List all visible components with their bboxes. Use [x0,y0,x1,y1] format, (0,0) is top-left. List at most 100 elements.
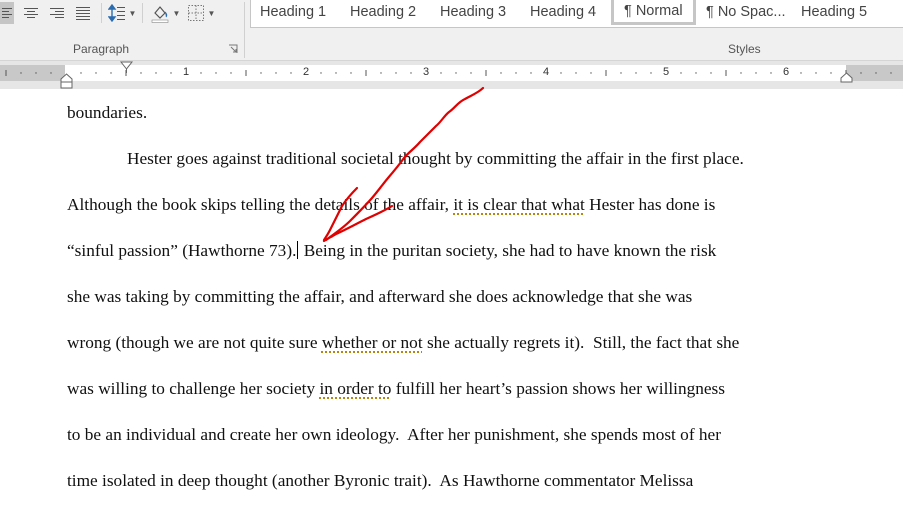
document-line[interactable]: she was taking by committing the affair,… [67,287,692,307]
document-line[interactable]: “sinful passion” (Hawthorne 73). Being i… [67,241,716,261]
document-line[interactable]: wrong (though we are not quite sure whet… [67,333,739,353]
hanging-indent-marker[interactable] [60,73,73,89]
style-heading-2[interactable]: Heading 2 [350,0,416,25]
ruler-minor-tick [110,72,112,74]
styles-gallery: Heading 1 Heading 2 Heading 3 Heading 4 … [250,0,903,28]
line-spacing-icon [107,4,125,22]
ruler-number: 3 [422,66,430,78]
justify-button[interactable] [70,2,96,24]
justify-icon [76,7,90,20]
text-run: to be an individual and create her own i… [67,425,721,444]
ruler-area: 1 2 3 4 5 6 [0,61,903,89]
ruler-minor-tick [470,72,472,74]
ruler-minor-tick [620,72,622,74]
text-run: she was taking by committing the affair,… [67,287,693,306]
ruler-minor-tick [500,72,502,74]
document-line[interactable]: to be an individual and create her own i… [67,425,721,445]
ruler-minor-tick [770,72,772,74]
style-heading-3[interactable]: Heading 3 [440,0,506,25]
shading-icon [151,6,168,23]
ruler-minor-tick [290,72,292,74]
ruler-minor-tick [875,72,877,74]
align-right-button[interactable] [44,2,70,24]
ruler-minor-tick [275,72,277,74]
shading-button[interactable]: ▼ [148,2,182,24]
ruler-minor-tick [230,72,232,74]
ruler-ticks [5,70,892,76]
first-line-indent-marker[interactable] [120,61,133,73]
ruler-minor-tick [260,72,262,74]
ruler-minor-tick [80,72,82,74]
ruler-minor-tick [20,72,22,74]
dialog-launcher-icon[interactable] [228,44,238,54]
ruler-minor-tick [155,72,157,74]
ruler-minor-tick [710,72,712,74]
text-run: “sinful passion” (Hawthorne 73). [67,241,297,260]
styles-group-label: Styles [728,42,761,56]
ruler-number: 6 [782,66,790,78]
grammar-flag[interactable]: in order to [319,379,391,398]
borders-icon [187,5,204,21]
ruler-minor-tick [320,72,322,74]
text-run: was willing to challenge her society [67,379,320,398]
ruler-minor-tick [440,72,442,74]
ruler-minor-tick [200,72,202,74]
document-line[interactable]: Although the book skips telling the deta… [67,195,715,215]
ruler-minor-tick [695,72,697,74]
ruler-minor-tick [95,72,97,74]
document-line[interactable]: was willing to challenge her society in … [67,379,725,399]
ruler-number: 5 [662,66,670,78]
align-left-icon [2,8,12,18]
ruler-minor-tick [350,72,352,74]
chevron-down-icon: ▼ [128,8,137,18]
ruler-minor-tick [635,72,637,74]
document-line[interactable]: Hester goes against traditional societal… [127,149,744,169]
ruler-minor-tick [650,72,652,74]
style-normal[interactable]: ¶ Normal [611,0,696,25]
document-line[interactable]: boundaries. [67,103,147,123]
text-run: she actually regrets it). Still, the fac… [422,333,740,352]
text-run: boundaries. [67,103,148,122]
ruler-minor-tick [575,72,577,74]
grammar-flag[interactable]: whether or not [322,333,423,352]
style-heading-5[interactable]: Heading 5 [801,0,867,25]
style-heading-1[interactable]: Heading 1 [260,0,326,25]
align-right-icon [50,8,64,18]
borders-button[interactable]: ▼ [184,2,218,24]
ruler-minor-tick [170,72,172,74]
ruler-minor-tick [215,72,217,74]
text-run: Being in the puritan society, she had to… [299,241,717,260]
ruler-minor-tick [530,72,532,74]
ruler-minor-tick [755,72,757,74]
align-center-icon [24,8,38,18]
ruler-minor-tick [35,72,37,74]
style-heading-4[interactable]: Heading 4 [530,0,596,25]
text-run: fulfill her heart’s passion shows her wi… [391,379,726,398]
ruler-minor-tick [140,72,142,74]
ruler-minor-tick [50,72,52,74]
align-left-button[interactable] [0,2,14,24]
group-divider [244,2,245,58]
ruler-minor-tick [815,72,817,74]
ruler-minor-tick [890,72,892,74]
paragraph-group-label: Paragraph [73,42,130,56]
ruler-minor-tick [455,72,457,74]
ruler-minor-tick [395,72,397,74]
horizontal-ruler[interactable]: 1 2 3 4 5 6 [0,65,903,81]
ruler-number: 4 [542,66,550,78]
separator [101,3,102,23]
text-run: Hester goes against traditional societal… [127,149,744,168]
align-center-button[interactable] [18,2,44,24]
ruler-number: 2 [302,66,310,78]
document-line[interactable]: time isolated in deep thought (another B… [67,471,693,491]
ruler-number: 1 [182,66,190,78]
line-spacing-button[interactable]: ▼ [107,2,137,24]
style-no-spacing[interactable]: ¶ No Spac... [706,0,786,25]
ruler-minor-tick [560,72,562,74]
right-indent-marker[interactable] [840,72,853,83]
ruler-minor-tick [335,72,337,74]
ruler-minor-tick [830,72,832,74]
document-page[interactable]: boundaries. Hester goes against tradition… [0,89,903,521]
text-run: time isolated in deep thought (another B… [67,471,694,490]
grammar-flag[interactable]: it is clear that what [453,195,584,214]
